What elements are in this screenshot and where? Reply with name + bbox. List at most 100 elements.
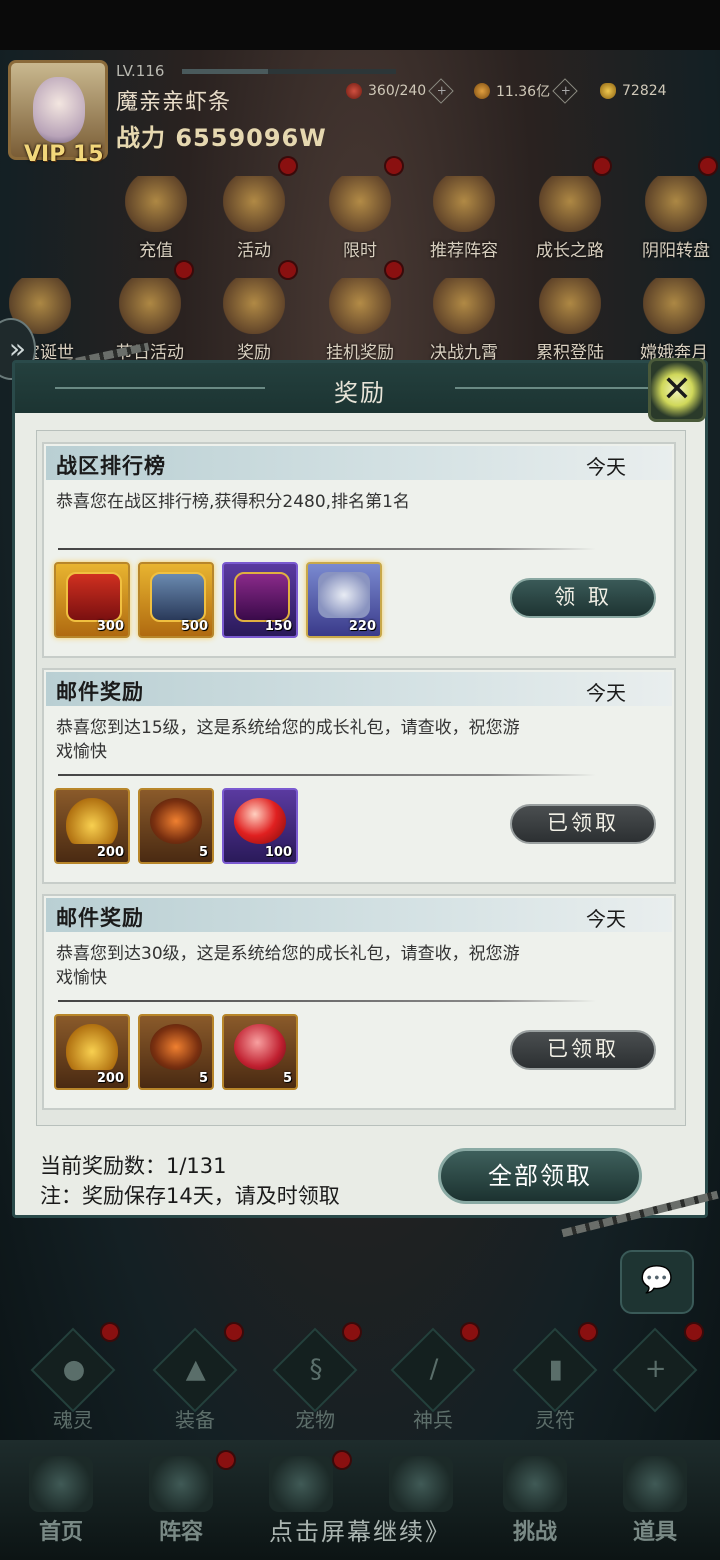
pagoda-icon [29, 1456, 93, 1512]
red-spirit-egg-icon[interactable]: 5 [222, 1014, 298, 1090]
card-message: 恭喜您到达30级，这是系统给您的成长礼包，请查收，祝您游戏愉快 [56, 944, 520, 988]
card-title: 邮件奖励 [56, 906, 144, 930]
item-quantity: 150 [264, 619, 292, 634]
sword-icon [269, 1456, 333, 1512]
claim-button[interactable]: 领 取 [510, 578, 656, 618]
fire-orb-icon[interactable]: 5 [138, 788, 214, 864]
function-idle-rewards[interactable]: 挂机奖励 [312, 278, 408, 368]
function-yinyang-wheel[interactable]: 阴阳转盘 [628, 176, 720, 266]
item-quantity: 300 [96, 619, 124, 634]
function-cumulative-login[interactable]: 累积登陆 [522, 278, 618, 368]
notification-dot [594, 158, 610, 174]
card-title-bar: 战区排行榜 今天 [46, 446, 672, 480]
crossed-swords-icon [389, 1456, 453, 1512]
claimed-button[interactable]: 已领取 [510, 1030, 656, 1070]
card-date: 今天 [586, 455, 626, 479]
player-level: LV.116 [116, 62, 165, 80]
item-quantity: 200 [96, 845, 124, 860]
function-label: 限时 [343, 241, 377, 261]
function-activity[interactable]: 活动 [206, 176, 302, 266]
function-label: 成长之路 [536, 241, 604, 261]
notification-dot [386, 158, 402, 174]
divider [58, 1000, 596, 1002]
function-label: 推荐阵容 [430, 241, 498, 261]
gold-ingot-icon [600, 83, 616, 99]
snake-icon: § [272, 1327, 358, 1413]
red-pearl-icon[interactable]: 100 [222, 788, 298, 864]
notification-dot [102, 1324, 118, 1340]
card-title-bar: 邮件奖励 今天 [46, 898, 672, 932]
vip-badge: VIP 15 [24, 142, 104, 167]
add-stamina-button[interactable]: + [428, 78, 454, 104]
reward-count: 当前奖励数：1/131 [40, 1154, 227, 1178]
function-rewards[interactable]: 奖励 [206, 278, 302, 368]
gold-ingot-icon[interactable]: 200 [54, 1014, 130, 1090]
moon-rabbit-icon [643, 278, 705, 334]
notification-dot [280, 158, 296, 174]
card-title: 战区排行榜 [56, 454, 166, 478]
lantern-icon [329, 176, 391, 232]
add-coin-button[interactable]: + [552, 78, 578, 104]
close-button[interactable]: ✕ [648, 358, 706, 422]
submenu-add[interactable]: + [610, 1327, 700, 1413]
divider [58, 774, 596, 776]
card-date: 今天 [586, 681, 626, 705]
resource-stamina: 360/240 + [346, 78, 454, 104]
dialog-title: 奖励 [334, 379, 386, 407]
submenu-soul[interactable]: ● 魂灵 [28, 1327, 118, 1433]
claim-all-button[interactable]: 全部领取 [438, 1148, 642, 1204]
item-quantity: 200 [96, 1071, 124, 1086]
function-recharge[interactable]: 充值 [108, 176, 204, 266]
bag-icon [623, 1456, 687, 1512]
gold-ingot-icon[interactable]: 200 [54, 788, 130, 864]
purple-treasure-chest-icon[interactable]: 150 [222, 562, 298, 638]
reward-note: 注：奖励保存14天，请及时领取 [40, 1184, 340, 1208]
gift-bag-icon [539, 176, 601, 232]
claimed-button[interactable]: 已领取 [510, 804, 656, 844]
swords-icon [433, 176, 495, 232]
submenu-pet[interactable]: § 宠物 [270, 1327, 360, 1433]
card-title-bar: 邮件奖励 今天 [46, 672, 672, 706]
reward-items: 200 5 100 [54, 788, 298, 864]
red-gift-icon [223, 278, 285, 334]
scroll-map-icon [503, 1456, 567, 1512]
helmet-icon: ▲ [152, 1327, 238, 1413]
function-battle-jiuxiao[interactable]: 决战九霄 [416, 278, 512, 368]
divider [58, 548, 596, 550]
spirit-scroll-icon[interactable]: 220 [306, 562, 382, 638]
notification-dot [334, 1452, 350, 1468]
resource-value: 72824 [622, 83, 667, 99]
chat-bubble-icon[interactable]: 💬 [620, 1250, 694, 1314]
item-quantity: 100 [264, 845, 292, 860]
function-label: 活动 [237, 241, 271, 261]
function-growth-path[interactable]: 成长之路 [522, 176, 618, 266]
function-change-moon[interactable]: 嫦娥奔月 [626, 278, 720, 368]
fire-orb-icon[interactable]: 5 [138, 1014, 214, 1090]
card-date: 今天 [586, 907, 626, 931]
red-treasure-chest-icon[interactable]: 300 [54, 562, 130, 638]
avatar-portrait [33, 77, 85, 143]
function-recommended-lineup[interactable]: 推荐阵容 [416, 176, 512, 266]
submenu-equipment[interactable]: ▲ 装备 [150, 1327, 240, 1433]
exp-bar [182, 69, 396, 74]
notification-dot [226, 1324, 242, 1340]
combat-power: 战力 6559096W [116, 124, 327, 152]
submenu-talisman[interactable]: ▮ 灵符 [510, 1327, 600, 1433]
notification-dot [580, 1324, 596, 1340]
card-message: 恭喜您到达15级，这是系统给您的成长礼包，请查收，祝您游戏愉快 [56, 718, 520, 762]
notification-dot [344, 1324, 360, 1340]
blade-icon: / [390, 1327, 476, 1413]
treasure-chest-icon [329, 278, 391, 334]
resource-value: 360/240 [368, 83, 427, 99]
tap-to-continue-hint[interactable]: 点击屏幕继续》 [0, 1512, 720, 1547]
plus-icon: + [612, 1327, 698, 1413]
function-limited[interactable]: 限时 [312, 176, 408, 266]
crossed-swords-icon [433, 278, 495, 334]
item-quantity: 220 [348, 619, 376, 634]
notification-dot [462, 1324, 478, 1340]
submenu-divine-weapon[interactable]: / 神兵 [388, 1327, 478, 1433]
reward-card: 战区排行榜 今天 恭喜您在战区排行榜,获得积分2480,排名第1名 300 50… [42, 442, 676, 658]
notification-dot [686, 1324, 702, 1340]
silver-treasure-chest-icon[interactable]: 500 [138, 562, 214, 638]
status-bar [0, 0, 720, 50]
